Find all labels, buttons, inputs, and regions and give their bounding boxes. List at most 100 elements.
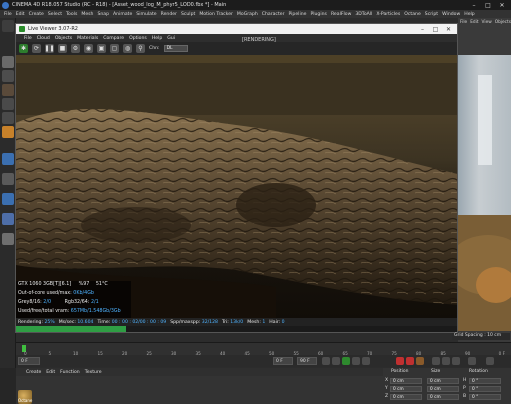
mat-menu-texture[interactable]: Texture xyxy=(85,370,102,375)
live-viewer-title-bar[interactable]: Live Viewer 3.07-R2 – □ ✕ xyxy=(16,24,457,34)
undo-icon[interactable] xyxy=(2,20,14,32)
menu-character[interactable]: Character xyxy=(262,12,285,17)
size-z-field[interactable]: 0 cm xyxy=(427,394,459,400)
lv-menu-compare[interactable]: Compare xyxy=(103,36,124,41)
om-menu-file[interactable]: File xyxy=(460,20,467,25)
size-y-field[interactable]: 0 cm xyxy=(427,386,459,392)
lv-menu-help[interactable]: Help xyxy=(152,36,162,41)
scale-key-icon[interactable] xyxy=(442,357,450,365)
channel-select[interactable]: DL xyxy=(163,45,188,52)
menu-simulate[interactable]: Simulate xyxy=(136,12,156,17)
menu-3dtoall[interactable]: 3DToAll xyxy=(355,12,372,17)
record-icon[interactable] xyxy=(396,357,404,365)
menu-sculpt[interactable]: Sculpt xyxy=(181,12,195,17)
mat-menu-edit[interactable]: Edit xyxy=(46,370,55,375)
maximize-button[interactable]: □ xyxy=(481,0,495,10)
position-x-field[interactable]: 0 cm xyxy=(390,378,422,384)
menu-tools[interactable]: Tools xyxy=(66,12,77,17)
log-preview-image xyxy=(448,75,511,331)
go-start-icon[interactable] xyxy=(322,357,330,365)
lock-icon[interactable]: ▣ xyxy=(97,44,106,53)
menu-edit[interactable]: Edit xyxy=(16,12,25,17)
prev-key-icon[interactable] xyxy=(332,357,340,365)
menu-window[interactable]: Window xyxy=(442,12,460,17)
rotation-h-field[interactable]: 0 ° xyxy=(469,378,501,384)
start-frame-field[interactable]: 0 F xyxy=(18,357,40,365)
menu-render[interactable]: Render xyxy=(161,12,177,17)
next-key-icon[interactable] xyxy=(352,357,360,365)
mat-menu-create[interactable]: Create xyxy=(26,370,41,375)
region-icon[interactable]: ▢ xyxy=(110,44,119,53)
mesh-label: Mesh: xyxy=(247,319,261,325)
size-x-field[interactable]: 0 cm xyxy=(427,378,459,384)
lv-menu-materials[interactable]: Materials xyxy=(77,36,98,41)
om-menu-view[interactable]: View xyxy=(482,20,492,25)
stop-render-icon[interactable]: ■ xyxy=(58,44,67,53)
lv-maximize-button[interactable]: □ xyxy=(429,24,442,34)
settings-icon[interactable]: ⚙ xyxy=(71,44,80,53)
polygons-mode-icon[interactable] xyxy=(2,126,14,138)
lv-minimize-button[interactable]: – xyxy=(416,24,429,34)
autokey-icon[interactable] xyxy=(406,357,414,365)
menu-create[interactable]: Create xyxy=(29,12,44,17)
menu-motion-tracker[interactable]: Motion Tracker xyxy=(199,12,233,17)
restart-render-icon[interactable]: ⟳ xyxy=(32,44,41,53)
lv-menu-options[interactable]: Options xyxy=(129,36,147,41)
go-end-icon[interactable] xyxy=(362,357,370,365)
ms-value: 10.604 xyxy=(77,319,94,325)
rotation-b-field[interactable]: 0 ° xyxy=(469,394,501,400)
lv-menu-file[interactable]: File xyxy=(24,36,32,41)
current-frame-field[interactable]: 0 F xyxy=(273,357,293,365)
menu-script[interactable]: Script xyxy=(425,12,438,17)
menu-octane[interactable]: Octane xyxy=(404,12,421,17)
minimize-button[interactable]: – xyxy=(467,0,481,10)
send-scene-icon[interactable]: ✱ xyxy=(19,44,28,53)
workplane-icon[interactable] xyxy=(2,84,14,96)
focus-picker-icon[interactable]: ◉ xyxy=(84,44,93,53)
end-frame-field[interactable]: 90 F xyxy=(297,357,317,365)
keyframe-selection-icon[interactable] xyxy=(416,357,424,365)
pause-render-icon[interactable]: ❚❚ xyxy=(44,44,55,53)
texture-mode-icon[interactable] xyxy=(2,70,14,82)
om-menu-objects[interactable]: Objects xyxy=(495,20,511,25)
lv-menu-objects[interactable]: Objects xyxy=(55,36,72,41)
rotation-key-icon[interactable] xyxy=(452,357,460,365)
menu-mesh[interactable]: Mesh xyxy=(81,12,93,17)
render-viewport[interactable]: GTX 1060 3GB[T][6.1] %97 51°C Out-of-cor… xyxy=(16,55,457,318)
timeline-ruler[interactable]: 0 5 10 15 20 25 30 35 40 45 50 55 60 65 70 75 80 85 90 0 F xyxy=(16,342,511,356)
enable-axis-icon[interactable] xyxy=(2,153,14,165)
quantize-icon[interactable] xyxy=(2,193,14,205)
planar-workplane-icon[interactable] xyxy=(2,233,14,245)
lv-menu-cloud[interactable]: Cloud xyxy=(37,36,50,41)
snapshot-icon[interactable]: ◍ xyxy=(123,44,132,53)
menu-plugins[interactable]: Plugins xyxy=(310,12,326,17)
position-y-field[interactable]: 0 cm xyxy=(390,386,422,392)
main-viewport-preview[interactable] xyxy=(448,55,511,331)
snap-icon[interactable] xyxy=(2,173,14,185)
param-key-icon[interactable] xyxy=(468,357,476,365)
om-menu-edit[interactable]: Edit xyxy=(470,20,478,25)
position-key-icon[interactable] xyxy=(432,357,440,365)
menu-animate[interactable]: Animate xyxy=(113,12,132,17)
lv-close-button[interactable]: ✕ xyxy=(442,24,455,34)
mat-menu-function[interactable]: Function xyxy=(60,370,80,375)
menu-file[interactable]: File xyxy=(4,12,12,17)
menu-select[interactable]: Select xyxy=(48,12,62,17)
lock-workplane-icon[interactable] xyxy=(2,213,14,225)
timeline-menu-icon[interactable] xyxy=(486,357,494,365)
rotation-p-field[interactable]: 0 ° xyxy=(469,386,501,392)
menu-snap[interactable]: Snap xyxy=(97,12,109,17)
menu-mograph[interactable]: MoGraph xyxy=(237,12,258,17)
play-icon[interactable] xyxy=(342,357,350,365)
edges-mode-icon[interactable] xyxy=(2,112,14,124)
pin-icon[interactable]: ⚲ xyxy=(136,44,145,53)
menu-help[interactable]: Help xyxy=(464,12,474,17)
points-mode-icon[interactable] xyxy=(2,98,14,110)
lv-menu-gui[interactable]: Gui xyxy=(167,36,175,41)
menu-realflow[interactable]: RealFlow xyxy=(331,12,351,17)
close-button[interactable]: ✕ xyxy=(495,0,509,10)
position-z-field[interactable]: 0 cm xyxy=(390,394,422,400)
menu-pipeline[interactable]: Pipeline xyxy=(288,12,306,17)
menu-x-particles[interactable]: X-Particles xyxy=(376,12,400,17)
model-mode-icon[interactable] xyxy=(2,56,14,68)
